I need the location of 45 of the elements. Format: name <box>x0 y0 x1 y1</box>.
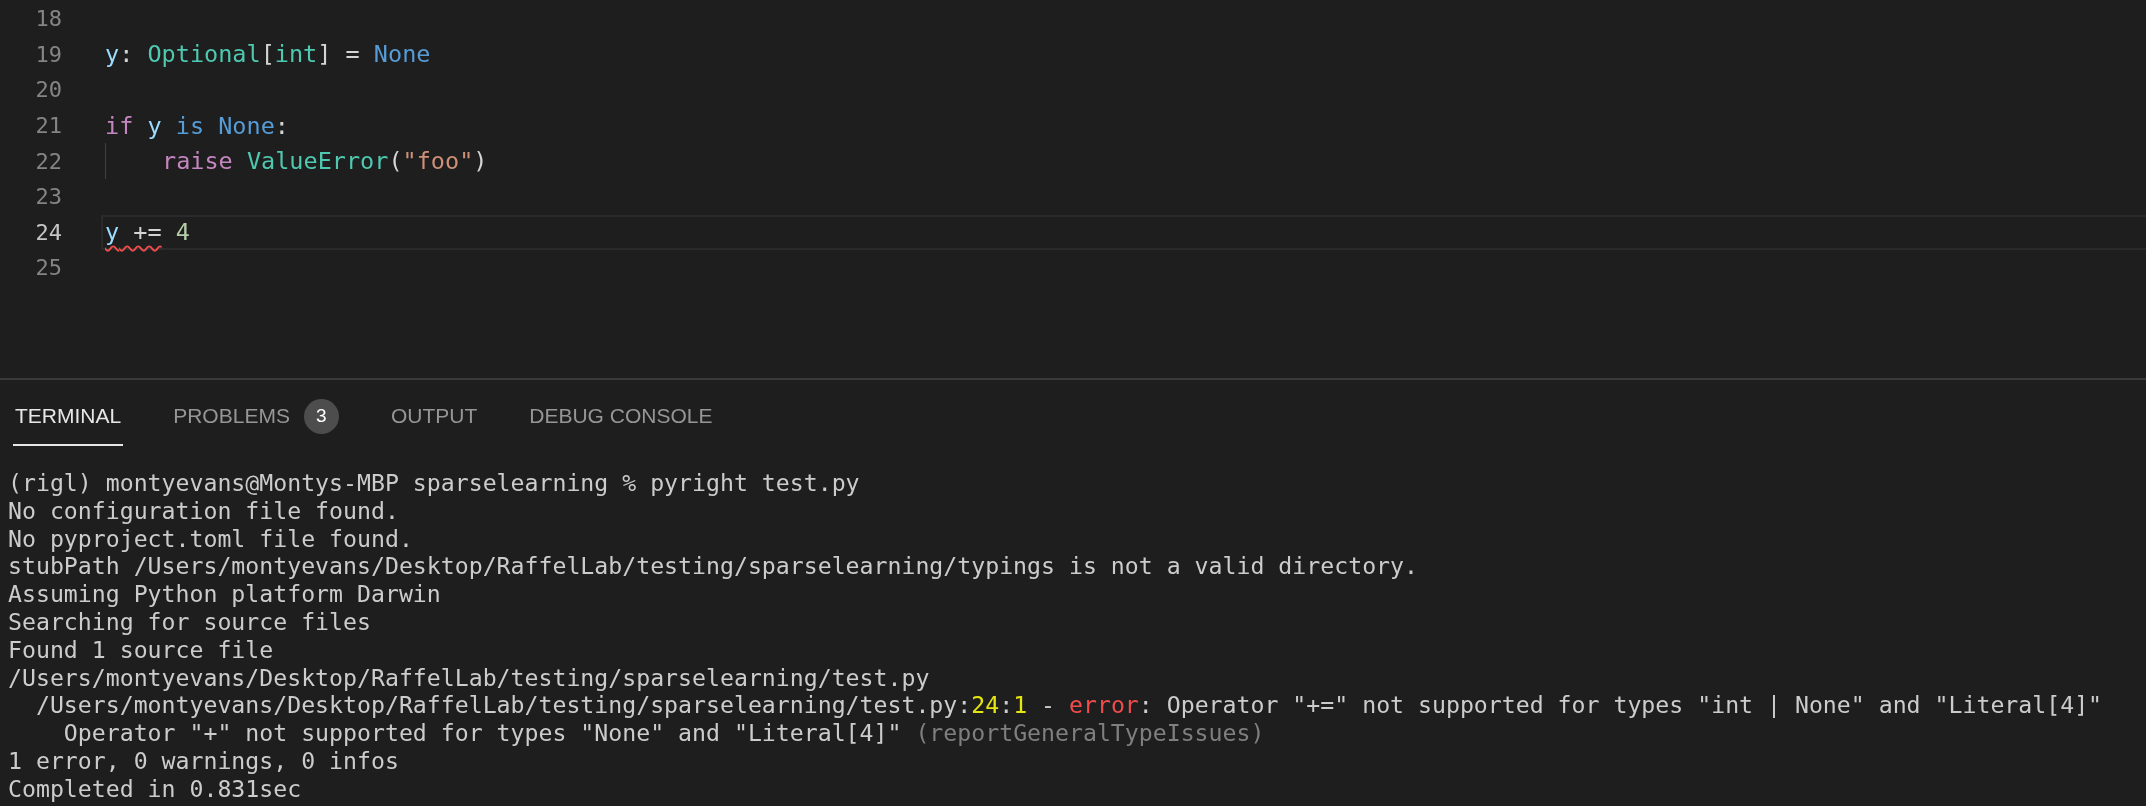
code-token: "foo" <box>402 147 474 176</box>
count-badge: 3 <box>303 398 339 434</box>
code-token: raise <box>162 147 233 176</box>
code-token: ( <box>388 147 403 176</box>
code-token: += <box>132 218 162 247</box>
code-token: ValueError <box>245 147 389 176</box>
panel-tab[interactable]: DEBUG CONSOLE <box>527 391 715 446</box>
terminal-line: No configuration file found. <box>8 496 400 525</box>
line-number: 22 <box>34 148 62 174</box>
code-token: y <box>146 111 162 140</box>
terminal-line: stubPath /Users/montyevans/Desktop/RaffelLab/testing/sparselearning/typings is not a valid directory. <box>8 552 1419 581</box>
line-number: 20 <box>34 77 62 103</box>
code-token: int <box>274 40 318 69</box>
terminal-line: Found 1 source file <box>8 635 275 664</box>
line-number: 18 <box>34 6 62 32</box>
code-token: y <box>105 218 120 247</box>
line-number: 21 <box>34 113 62 139</box>
code-token: is <box>174 111 205 140</box>
code-token: None <box>373 40 431 69</box>
code-token: ] = <box>317 40 361 69</box>
code-token: [ <box>260 40 275 69</box>
code-token: 4 <box>174 218 190 247</box>
code-token: : <box>119 40 135 69</box>
code-token: : <box>274 111 289 140</box>
terminal-line: Searching for source files <box>8 608 372 636</box>
line-number: 24 <box>34 219 62 245</box>
code-token: y <box>105 40 120 69</box>
terminal-line: Completed in 0.831sec <box>8 774 303 803</box>
terminal-line: (rigl) montyevans@Montys-MBP sparselearning % pyright test.py <box>8 469 861 497</box>
terminal-line: /Users/montyevans/Desktop/RaffelLab/testing/sparselearning/test.py <box>8 663 931 692</box>
code-token: if <box>105 111 134 140</box>
terminal-line: Assuming Python platform Darwin <box>8 580 442 608</box>
line-number: 19 <box>34 41 62 67</box>
code-token: None <box>217 111 275 140</box>
code-token: Optional <box>147 40 261 69</box>
terminal-line: No pyproject.toml file found. <box>8 524 414 553</box>
terminal-line: 1 error, 0 warnings, 0 infos <box>8 746 400 775</box>
line-number: 23 <box>34 184 62 210</box>
panel-tab[interactable]: TERMINAL <box>13 391 124 446</box>
panel-tab[interactable]: PROBLEMS 3 <box>171 385 341 452</box>
panel-tab[interactable]: OUTPUT <box>388 391 480 446</box>
terminal-line: Operator "+" not supported for types "None" and "Literal[4]" (reportGeneralTypeIssues) <box>62 719 1266 747</box>
line-number: 25 <box>34 255 62 281</box>
code-token: ) <box>473 147 488 176</box>
terminal-line: /Users/montyevans/Desktop/RaffelLab/testing/sparselearning/test.py:24:1 - error: Operator "+=" not supported for types "int | None" and "Literal[4]" <box>34 691 2104 720</box>
